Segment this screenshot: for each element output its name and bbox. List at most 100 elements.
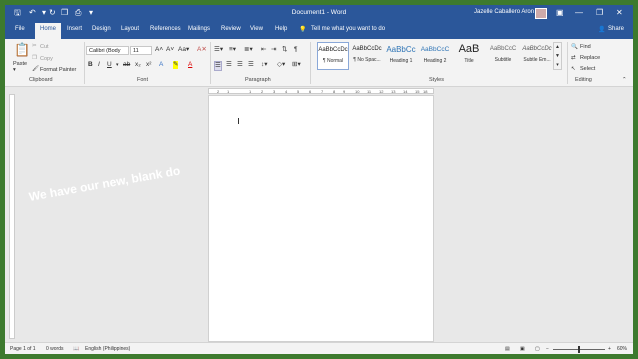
- share-button[interactable]: Share: [608, 26, 624, 32]
- strikethrough-icon[interactable]: ab: [123, 61, 130, 69]
- ruler-number: 14: [403, 89, 408, 94]
- tab-view[interactable]: View: [250, 26, 263, 32]
- lightbulb-icon[interactable]: 💡: [299, 26, 306, 33]
- web-layout-icon[interactable]: ▢: [535, 346, 540, 352]
- format-painter-button[interactable]: Format Painter: [40, 67, 76, 73]
- copy-button[interactable]: Copy: [40, 56, 53, 62]
- style-heading-2[interactable]: AaBbCcC Heading 2: [419, 42, 451, 70]
- tab-insert[interactable]: Insert: [67, 26, 82, 32]
- justify-icon[interactable]: ☰: [248, 61, 254, 69]
- tab-layout[interactable]: Layout: [121, 26, 139, 32]
- paste-dropdown-icon[interactable]: ▾: [13, 67, 16, 73]
- minimize-icon[interactable]: —: [575, 8, 583, 18]
- print-layout-icon[interactable]: ▣: [520, 346, 525, 352]
- collapse-ribbon-icon[interactable]: ⌃: [622, 77, 627, 83]
- cut-button[interactable]: Cut: [40, 44, 49, 50]
- restore-icon[interactable]: ❐: [596, 8, 603, 18]
- text-effects-icon[interactable]: A: [159, 61, 163, 69]
- select-button[interactable]: Select: [580, 66, 595, 72]
- tab-references[interactable]: References: [150, 26, 181, 32]
- vertical-ruler[interactable]: [9, 94, 15, 339]
- style-heading-1[interactable]: AaBbCc Heading 1: [385, 42, 417, 70]
- ruler-number: 8: [333, 89, 336, 94]
- style-preview: AaBbCcDc: [522, 46, 552, 52]
- tab-help[interactable]: Help: [275, 26, 287, 32]
- styles-scroll-icon[interactable]: ▲ ▼ ▾: [553, 42, 562, 70]
- tab-mailings[interactable]: Mailings: [188, 26, 210, 32]
- select-icon[interactable]: ↖: [571, 66, 576, 72]
- close-icon[interactable]: ✕: [616, 8, 623, 18]
- replace-button[interactable]: Replace: [580, 55, 600, 61]
- font-color-icon[interactable]: A: [188, 61, 192, 69]
- user-name[interactable]: Jazelle Caballero Aron: [474, 9, 534, 15]
- borders-icon[interactable]: ⊞▾: [292, 61, 301, 69]
- style-label: Heading 1: [389, 58, 413, 64]
- tab-design[interactable]: Design: [92, 26, 111, 32]
- align-left-icon[interactable]: ☰: [214, 61, 222, 71]
- multilevel-list-icon[interactable]: ≣▾: [244, 46, 253, 54]
- status-bar: Page 1 of 1 0 words 📖 English (Philippin…: [5, 342, 633, 354]
- zoom-out-icon[interactable]: −: [546, 346, 549, 352]
- style-subtle-emphasis[interactable]: AaBbCcDc Subtle Em...: [521, 42, 553, 70]
- sort-icon[interactable]: ⇅: [282, 46, 287, 54]
- title-bar: 🖫 ↶ ▾ ↻ ❐ ⎙ ▾ Document1 - Word Jazelle C…: [5, 5, 633, 22]
- font-size-box[interactable]: 11: [130, 46, 152, 55]
- tab-file[interactable]: File: [15, 26, 25, 32]
- font-name-box[interactable]: Calibri (Body: [86, 46, 129, 55]
- format-painter-icon[interactable]: 🖌: [32, 66, 39, 72]
- numbering-icon[interactable]: ≡▾: [229, 46, 236, 54]
- ribbon-display-options-icon[interactable]: ▣: [556, 8, 564, 18]
- read-mode-icon[interactable]: ▤: [505, 346, 510, 352]
- change-case-icon[interactable]: Aa▾: [178, 46, 189, 54]
- grow-font-icon[interactable]: A˄: [155, 46, 163, 54]
- align-center-icon[interactable]: ☰: [226, 61, 232, 69]
- replace-icon[interactable]: ⇄: [571, 55, 576, 61]
- shrink-font-icon[interactable]: A˅: [166, 46, 174, 54]
- style-label: ¶ No Spac...: [353, 57, 381, 63]
- ribbon-tabs: File Home Insert Design Layout Reference…: [5, 22, 633, 39]
- horizontal-ruler[interactable]: 2 1 1 2 3 4 5 6 7 8 9 10 11 12 13 14 15 …: [208, 88, 434, 94]
- page-count[interactable]: Page 1 of 1: [10, 346, 36, 352]
- underline-icon[interactable]: U: [107, 61, 112, 69]
- subscript-icon[interactable]: x₂: [135, 61, 141, 69]
- highlight-color-icon[interactable]: ✎: [173, 61, 179, 69]
- tab-home[interactable]: Home: [35, 23, 62, 39]
- style-label: ¶ Normal: [322, 58, 344, 64]
- increase-indent-icon[interactable]: ⇥: [271, 46, 276, 54]
- zoom-in-icon[interactable]: +: [608, 346, 611, 352]
- zoom-level[interactable]: 60%: [617, 346, 627, 352]
- underline-dropdown-icon[interactable]: ▾: [116, 61, 119, 69]
- document-page[interactable]: [208, 95, 434, 342]
- shading-icon[interactable]: ◇▾: [277, 61, 285, 69]
- paste-icon[interactable]: 📋: [14, 43, 30, 57]
- show-marks-icon[interactable]: ¶: [294, 46, 298, 54]
- tab-review[interactable]: Review: [221, 26, 241, 32]
- style-preview: AaBbCc: [386, 45, 416, 54]
- decrease-indent-icon[interactable]: ⇤: [261, 46, 266, 54]
- word-window: 🖫 ↶ ▾ ↻ ❐ ⎙ ▾ Document1 - Word Jazelle C…: [5, 5, 633, 354]
- style-no-spacing[interactable]: AaBbCcDc ¶ No Spac...: [351, 42, 383, 70]
- zoom-slider-handle[interactable]: [578, 346, 580, 353]
- find-button[interactable]: Find: [580, 44, 591, 50]
- copy-icon[interactable]: ❐: [32, 55, 37, 61]
- cut-icon[interactable]: ✂: [32, 43, 37, 49]
- clear-formatting-icon[interactable]: A✕: [197, 46, 207, 54]
- style-normal[interactable]: AaBbCcDc ¶ Normal: [317, 42, 349, 70]
- language-indicator[interactable]: English (Philippines): [85, 346, 130, 352]
- word-count[interactable]: 0 words: [46, 346, 64, 352]
- style-preview: AaBbCcDc: [352, 46, 382, 52]
- tell-me-search[interactable]: Tell me what you want to do: [311, 26, 385, 32]
- style-subtitle[interactable]: AaBbCcC Subtitle: [487, 42, 519, 70]
- proofing-icon[interactable]: 📖: [73, 346, 79, 352]
- bold-icon[interactable]: B: [88, 61, 93, 69]
- find-icon[interactable]: 🔍: [571, 44, 578, 50]
- avatar[interactable]: [535, 8, 547, 19]
- ruler-number: 13: [391, 89, 396, 94]
- share-icon[interactable]: 👤: [598, 26, 605, 33]
- italic-icon[interactable]: I: [98, 61, 100, 69]
- style-title[interactable]: AaB Title: [453, 42, 485, 70]
- align-right-icon[interactable]: ☰: [237, 61, 243, 69]
- bullets-icon[interactable]: ☰▾: [214, 46, 223, 54]
- superscript-icon[interactable]: x²: [146, 61, 151, 69]
- line-spacing-icon[interactable]: ↕▾: [261, 61, 268, 69]
